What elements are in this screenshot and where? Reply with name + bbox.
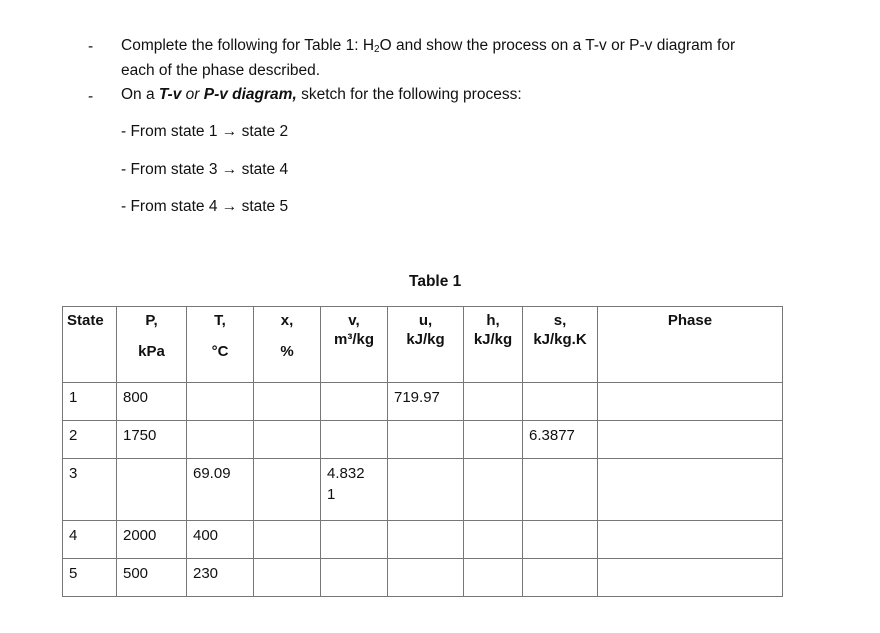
cell-phase[interactable] [597, 420, 783, 459]
value-line: 1 [327, 486, 336, 503]
cell-temperature[interactable]: 400 [186, 520, 254, 559]
cell-state: 3 [62, 458, 117, 521]
cell-entropy[interactable] [522, 520, 598, 559]
process-step: - From state 4 → state 5 [121, 198, 289, 215]
cell-enthalpy[interactable] [463, 458, 523, 521]
cell-phase[interactable] [597, 520, 783, 559]
cell-specific-volume[interactable] [320, 382, 388, 421]
cell-specific-volume[interactable] [320, 420, 388, 459]
table-header-row: State P, kPa T, °C x,% v, m³/kg u, kJ/kg h, k… [62, 306, 783, 383]
instruction-line-1: Complete the following for Table 1: H2O … [121, 37, 735, 55]
cell-quality[interactable] [253, 420, 321, 459]
cell-internal-energy[interactable] [387, 458, 464, 521]
instruction-line-2: each of the phase described. [121, 62, 321, 79]
cell-entropy[interactable]: 6.3877 [522, 420, 598, 459]
header-pressure: P, kPa [116, 306, 187, 383]
header-quality: x,% [253, 306, 321, 383]
cell-specific-volume[interactable] [320, 520, 388, 559]
header-enthalpy: h, kJ/kg [463, 306, 523, 383]
value-line: 4.832 [327, 465, 365, 482]
cell-enthalpy[interactable] [463, 382, 523, 421]
header-state: State [62, 306, 117, 383]
instruction-text: On a [121, 86, 159, 103]
table-row: 5 500 230 [62, 558, 783, 597]
process-step: - From state 1 → state 2 [121, 123, 289, 140]
instruction-text: O and show the process on a T-v or P-v d… [379, 37, 736, 54]
cell-quality[interactable] [253, 458, 321, 521]
cell-temperature[interactable]: 230 [186, 558, 254, 597]
cell-pressure[interactable]: 800 [116, 382, 187, 421]
table-caption: Table 1 [409, 273, 462, 290]
header-entropy: s, kJ/kg.K [522, 306, 598, 383]
emphasis-tv: T-v [158, 86, 182, 103]
table-row: 1 800 719.97 [62, 382, 783, 421]
cell-quality[interactable] [253, 558, 321, 597]
cell-phase[interactable] [597, 558, 783, 597]
cell-internal-energy[interactable] [387, 420, 464, 459]
cell-quality[interactable] [253, 520, 321, 559]
cell-phase[interactable] [597, 458, 783, 521]
cell-quality[interactable] [253, 382, 321, 421]
cell-specific-volume[interactable] [320, 558, 388, 597]
table-row: 4 2000 400 [62, 520, 783, 559]
cell-enthalpy[interactable] [463, 520, 523, 559]
cell-entropy[interactable] [522, 382, 598, 421]
instruction-line-3: On a T-v or P-v diagram, sketch for the … [121, 86, 522, 104]
cell-pressure[interactable]: 2000 [116, 520, 187, 559]
process-step: - From state 3 → state 4 [121, 161, 289, 178]
cell-pressure[interactable]: 500 [116, 558, 187, 597]
cell-pressure[interactable]: 1750 [116, 420, 187, 459]
bullet-marker: - [88, 38, 94, 55]
instruction-text: Complete the following for Table 1: H [121, 37, 375, 54]
bullet-marker: - [88, 88, 94, 105]
table-row: 2 1750 6.3877 [62, 420, 783, 459]
emphasis-pv-diagram: P-v diagram, [203, 86, 297, 103]
header-specific-volume: v, m³/kg [320, 306, 388, 383]
cell-entropy[interactable] [522, 458, 598, 521]
instruction-text: or [181, 86, 204, 103]
cell-enthalpy[interactable] [463, 558, 523, 597]
cell-temperature[interactable] [186, 382, 254, 421]
cell-enthalpy[interactable] [463, 420, 523, 459]
cell-state: 4 [62, 520, 117, 559]
header-phase: Phase [597, 306, 783, 383]
cell-phase[interactable] [597, 382, 783, 421]
cell-state: 2 [62, 420, 117, 459]
header-internal-energy: u, kJ/kg [387, 306, 464, 383]
instruction-text: sketch for the following process: [296, 86, 522, 103]
cell-internal-energy[interactable]: 719.97 [387, 382, 464, 421]
cell-internal-energy[interactable] [387, 520, 464, 559]
cell-state: 1 [62, 382, 117, 421]
header-temperature: T, °C [186, 306, 254, 383]
cell-temperature[interactable]: 69.09 [186, 458, 254, 521]
cell-specific-volume[interactable]: 4.832 1 [320, 458, 388, 521]
cell-state: 5 [62, 558, 117, 597]
table-row: 3 69.09 4.832 1 [62, 458, 783, 521]
property-table: State P, kPa T, °C x,% v, m³/kg u, kJ/kg h, k… [62, 306, 783, 597]
cell-entropy[interactable] [522, 558, 598, 597]
cell-internal-energy[interactable] [387, 558, 464, 597]
cell-pressure[interactable] [116, 458, 187, 521]
cell-temperature[interactable] [186, 420, 254, 459]
